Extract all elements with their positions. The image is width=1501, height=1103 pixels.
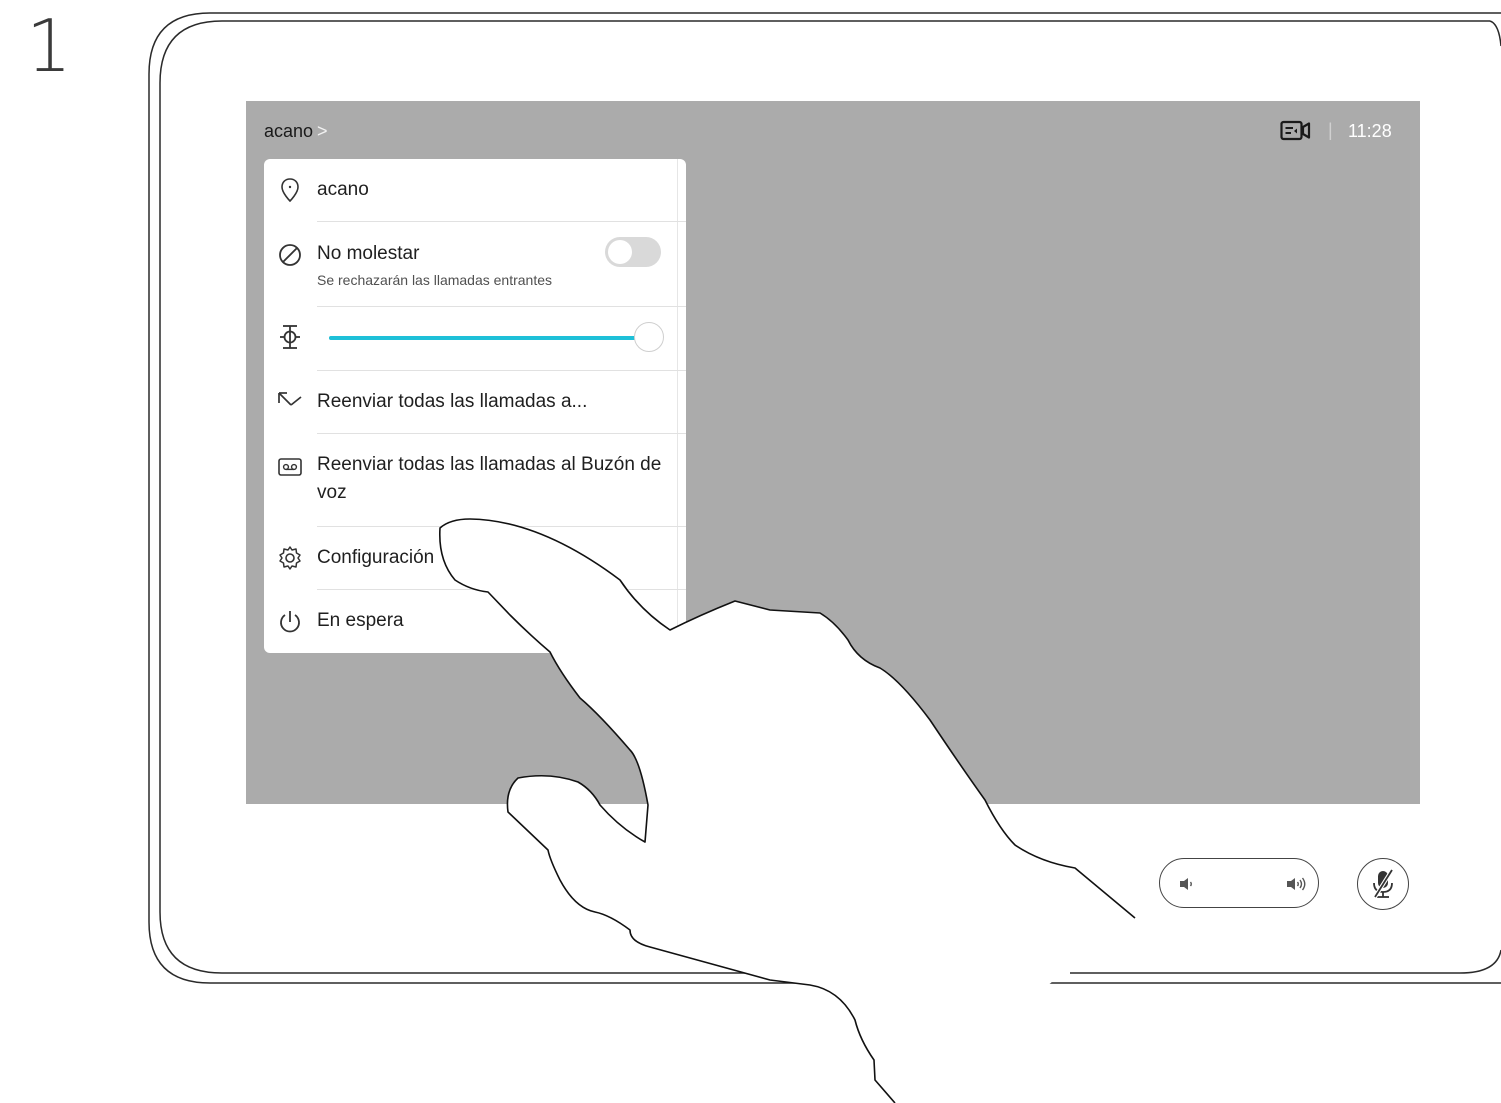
volume-down-icon[interactable] <box>1177 874 1197 894</box>
do-not-disturb-toggle[interactable] <box>605 237 661 267</box>
settings-menu: acano No molestar Se rechazarán las llam… <box>264 159 686 653</box>
forward-call-icon <box>278 392 302 406</box>
screen-title-text: acano <box>264 121 314 141</box>
volume-up-icon[interactable] <box>1284 874 1308 894</box>
brightness-slider-fill <box>329 336 650 340</box>
camera-icon[interactable] <box>1280 120 1312 142</box>
menu-item-sublabel: Se rechazarán las llamadas entrantes <box>317 272 553 288</box>
menu-item-forward-to-voicemail[interactable]: Reenviar todas las llamadas al Buzón de … <box>264 434 686 526</box>
menu-item-label: En espera <box>317 610 404 631</box>
menu-item-label: Configuración <box>317 547 435 568</box>
screen-title[interactable]: acano > <box>264 121 328 142</box>
status-separator: | <box>1328 120 1333 140</box>
menu-item-label: acano <box>317 179 369 200</box>
microphone-muted-icon <box>1373 868 1394 899</box>
brightness-slider[interactable] <box>329 322 665 352</box>
device-screen: acano > | 11:28 acano No molestar Se rec… <box>246 101 1420 804</box>
gear-icon <box>279 546 301 570</box>
menu-item-system-name[interactable]: acano <box>264 159 686 221</box>
location-pin-icon <box>281 178 299 203</box>
do-not-disturb-icon <box>279 244 301 266</box>
clock: 11:28 <box>1348 121 1392 141</box>
mute-button[interactable] <box>1357 858 1409 910</box>
voicemail-icon <box>278 458 302 476</box>
toggle-knob <box>608 240 632 264</box>
menu-item-standby[interactable]: En espera <box>264 590 686 652</box>
power-icon <box>280 611 300 633</box>
brightness-slider-handle[interactable] <box>634 322 665 352</box>
menu-item-settings[interactable]: Configuración <box>264 527 686 589</box>
menu-item-label-line1: Reenviar todas las llamadas al Buzón de <box>317 454 662 475</box>
menu-item-label-line2: voz <box>317 482 347 503</box>
chevron-right-icon: > <box>317 121 328 141</box>
brightness-icon <box>280 325 300 349</box>
menu-item-label: No molestar <box>317 243 420 264</box>
volume-control[interactable] <box>1159 858 1319 908</box>
menu-item-forward-all-calls[interactable]: Reenviar todas las llamadas a... <box>264 371 686 433</box>
menu-item-label: Reenviar todas las llamadas a... <box>317 391 588 412</box>
